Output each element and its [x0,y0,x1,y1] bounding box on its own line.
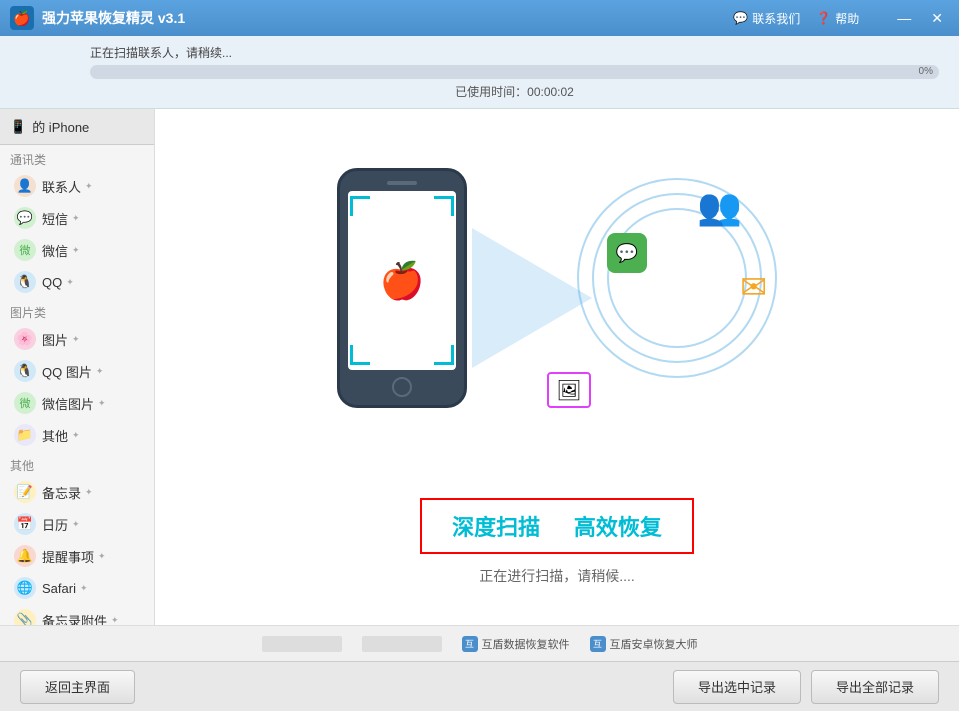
progress-area: 正在扫描联系人，请稍续... 0% 已使用时间：00:00:02 [0,36,959,109]
scan-corner-tl [350,196,370,216]
content-area: 🍎 👥 💬 [155,109,959,625]
qqphoto-label: QQ 图片 [42,362,92,381]
reminder-icon: 🔔 [14,545,36,567]
email-icon: ✉ [740,268,767,306]
ad-item-data-recovery[interactable]: 互 互盾数据恢复软件 [462,636,570,652]
phone-speaker [387,181,417,185]
ad-logo-2: 互 [590,636,606,652]
note-icon: 📝 [14,481,36,503]
reminder-label: 提醒事项 [42,547,94,566]
question-icon: ❓ [816,11,831,25]
efficient-restore-label: 高效恢复 [574,515,662,540]
deep-scan-box: 深度扫描 高效恢复 [420,498,694,554]
window-controls: — ✕ [891,8,949,29]
sidebar-item-calendar[interactable]: 📅 日历✦ [0,508,154,540]
export-all-btn[interactable]: 导出全部记录 [811,670,939,704]
contact-us-btn[interactable]: 💬 联系我们 [733,10,800,27]
close-btn[interactable]: ✕ [925,8,949,29]
sidebar-item-qq[interactable]: 🐧 QQ✦ [0,266,154,298]
section-other: 其他 [0,451,154,476]
scan-corner-bl [350,345,370,365]
progress-time: 已使用时间：00:00:02 [90,83,939,100]
section-photos: 图片类 [0,298,154,323]
main-layout: 📱 的 iPhone 通讯类 👤 联系人✦ 💬 短信✦ 微 微信✦ 🐧 QQ✦ … [0,109,959,625]
apple-logo-icon: 🍎 [380,260,425,302]
phone-shape: 🍎 [337,168,467,408]
qq-icon: 🐧 [14,271,36,293]
ad-placeholder-2 [362,636,442,652]
sidebar-item-safari[interactable]: 🌐 Safari✦ [0,572,154,604]
sms-label: 短信 [42,209,68,228]
minimize-btn[interactable]: — [891,8,917,28]
wechatphoto-icon: 微 [14,392,36,414]
export-selected-btn[interactable]: 导出选中记录 [673,670,801,704]
wechat-icon: 微 [14,239,36,261]
other-icon: 📁 [14,424,36,446]
section-comms: 通讯类 [0,145,154,170]
sidebar-item-wechat[interactable]: 微 微信✦ [0,234,154,266]
export-actions: 导出选中记录 导出全部记录 [673,670,939,704]
other-label: 其他 [42,426,68,445]
people-icon: 👥 [697,186,742,228]
sidebar-item-other[interactable]: 📁 其他✦ [0,419,154,451]
help-btn[interactable]: ❓ 帮助 [816,10,859,27]
deep-scan-label: 深度扫描 [452,515,540,540]
ad-label-1: 互盾数据恢复软件 [482,636,570,652]
sidebar-item-qqphoto[interactable]: 🐧 QQ 图片✦ [0,355,154,387]
sidebar-item-contacts[interactable]: 👤 联系人✦ [0,170,154,202]
noteattach-icon: 📎 [14,609,36,625]
ring-inner [607,208,747,348]
phone-home-btn [392,377,412,397]
wechatphoto-label: 微信图片 [42,394,94,413]
phone-screen: 🍎 [348,191,456,370]
device-label: 📱 的 iPhone [0,109,154,145]
svg-text:🍎: 🍎 [13,9,30,27]
qq-label: QQ [42,275,62,290]
safari-icon: 🌐 [14,577,36,599]
sidebar-item-reminder[interactable]: 🔔 提醒事项✦ [0,540,154,572]
scan-illustration: 🍎 👥 💬 [277,148,837,488]
sidebar-item-note[interactable]: 📝 备忘录✦ [0,476,154,508]
ad-label-2: 互盾安卓恢复大师 [610,636,698,652]
sidebar-item-noteattach[interactable]: 📎 备忘录附件✦ [0,604,154,625]
sidebar-item-sms[interactable]: 💬 短信✦ [0,202,154,234]
wechat-bubble-icon: 💬 [607,233,647,273]
app-title: 强力苹果恢复精灵 v3.1 [42,8,733,28]
progress-status: 正在扫描联系人，请稍续... [90,44,939,61]
sidebar-item-wechatphoto[interactable]: 微 微信图片✦ [0,387,154,419]
title-actions: 💬 联系我们 ❓ 帮助 — ✕ [733,8,949,29]
circle-target: 👥 💬 ✉ [577,178,777,378]
wechat-label: 微信 [42,241,68,260]
progress-percent: 0% [919,65,933,79]
safari-label: Safari [42,581,76,596]
app-logo: 🍎 [10,6,34,30]
calendar-label: 日历 [42,515,68,534]
note-label: 备忘录 [42,483,81,502]
calendar-icon: 📅 [14,513,36,535]
sidebar: 📱 的 iPhone 通讯类 👤 联系人✦ 💬 短信✦ 微 微信✦ 🐧 QQ✦ … [0,109,155,625]
title-bar: 🍎 强力苹果恢复精灵 v3.1 💬 联系我们 ❓ 帮助 — ✕ [0,0,959,36]
noteattach-label: 备忘录附件 [42,611,107,626]
progress-bar: 0% [90,65,939,79]
bottom-bar: 返回主界面 导出选中记录 导出全部记录 [0,661,959,711]
contacts-icon: 👤 [14,175,36,197]
photo-icon: 🌸 [14,328,36,350]
chat-icon: 💬 [733,11,748,25]
scanning-status: 正在进行扫描，请稍候.... [479,566,635,586]
sidebar-item-photo[interactable]: 🌸 图片✦ [0,323,154,355]
back-to-home-btn[interactable]: 返回主界面 [20,670,135,704]
ad-placeholder-1 [262,636,342,652]
contacts-label: 联系人 [42,177,81,196]
scan-corner-tr [434,196,454,216]
scan-beam [472,228,592,368]
sms-icon: 💬 [14,207,36,229]
ad-logo-1: 互 [462,636,478,652]
ad-item-android-recovery[interactable]: 互 互盾安卓恢复大师 [590,636,698,652]
photo-label: 图片 [42,330,68,349]
iphone-icon: 📱 [10,119,26,135]
scan-corner-br [434,345,454,365]
image-recovery-icon: 🖼 [547,372,591,408]
qqphoto-icon: 🐧 [14,360,36,382]
